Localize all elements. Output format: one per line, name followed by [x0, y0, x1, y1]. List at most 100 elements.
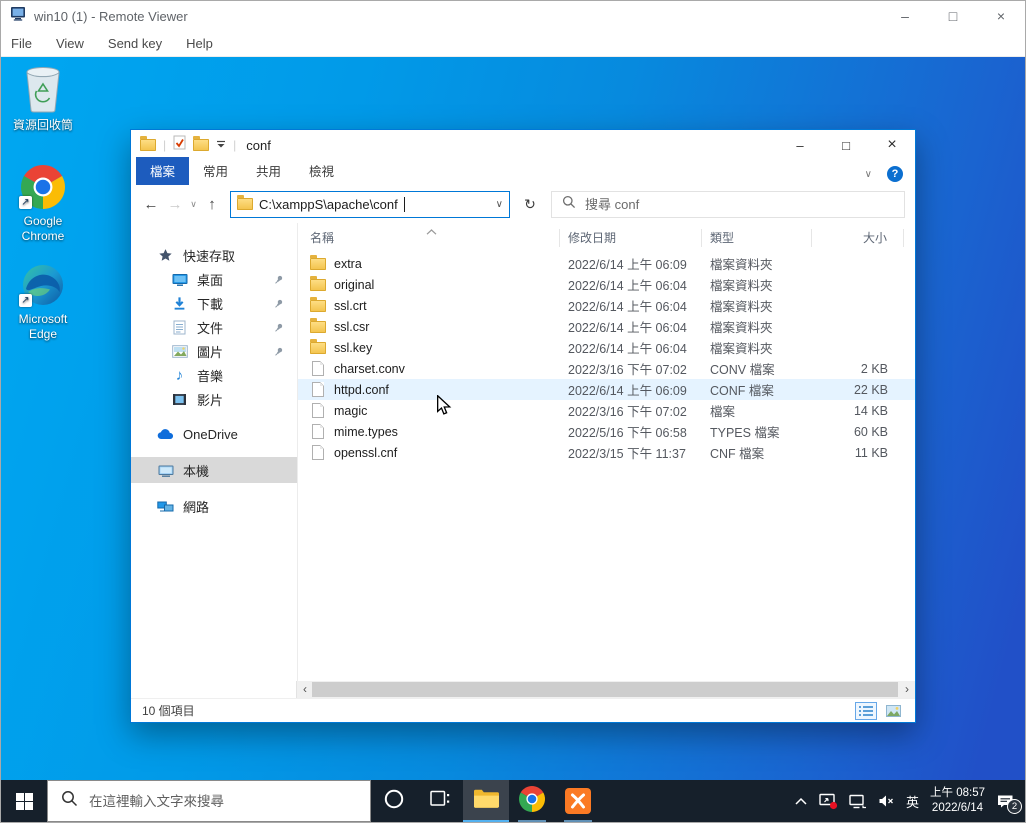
pin-icon: [273, 274, 284, 285]
up-icon[interactable]: ↑: [200, 196, 224, 213]
explorer-close-button[interactable]: ×: [869, 130, 915, 160]
taskbar-search-box[interactable]: [47, 780, 371, 822]
taskbar-chrome-button[interactable]: [509, 780, 555, 822]
task-view-icon: [429, 790, 451, 812]
horizontal-scrollbar[interactable]: ‹ ›: [297, 681, 915, 698]
recent-locations-icon[interactable]: ∨: [187, 199, 200, 210]
explorer-search-box[interactable]: [551, 190, 905, 218]
sidebar-item-music[interactable]: ♪ 音樂: [131, 363, 297, 387]
folder-icon: [310, 296, 326, 312]
sidebar-item-this-pc[interactable]: 本機: [131, 457, 297, 483]
viewer-minimize-button[interactable]: –: [881, 1, 929, 31]
menu-item-file[interactable]: File: [11, 36, 32, 51]
file-row-extra[interactable]: extra 2022/6/14 上午 06:09 檔案資料夾: [298, 253, 915, 274]
menu-item-view[interactable]: View: [56, 36, 84, 51]
file-row-mime.types[interactable]: mime.types 2022/5/16 下午 06:58 TYPES 檔案 60 K…: [298, 421, 915, 442]
tab-view[interactable]: 檢視: [295, 157, 348, 185]
refresh-icon[interactable]: ↻: [516, 191, 544, 218]
file-date-modified: 2022/6/14 上午 06:04: [568, 342, 687, 356]
file-explorer-icon: [473, 788, 499, 814]
sidebar-item-pictures[interactable]: 圖片: [131, 339, 297, 363]
tray-clock[interactable]: 上午 08:57 2022/6/14: [930, 786, 985, 816]
taskbar-xampp-button[interactable]: [555, 780, 601, 822]
pc-icon: [157, 463, 174, 478]
tab-home[interactable]: 常用: [189, 157, 242, 185]
sidebar-item-onedrive[interactable]: OneDrive: [131, 421, 297, 447]
ribbon-expand-icon[interactable]: ∨: [865, 169, 872, 180]
file-row-ssl.key[interactable]: ssl.key 2022/6/14 上午 06:04 檔案資料夾: [298, 337, 915, 358]
file-type: 檔案: [710, 405, 736, 419]
network-icon: [157, 500, 174, 513]
details-view-button[interactable]: [855, 701, 877, 720]
menu-item-help[interactable]: Help: [186, 36, 213, 51]
folder-icon: [310, 254, 326, 270]
close-icon: ×: [887, 136, 897, 153]
action-center-button[interactable]: 2: [996, 793, 1022, 814]
maximize-icon: □: [948, 8, 958, 24]
tray-show-hidden-icons[interactable]: [794, 795, 808, 807]
file-row-httpd.conf[interactable]: httpd.conf 2022/6/14 上午 06:09 CONF 檔案 22 KB: [298, 379, 915, 400]
file-row-original[interactable]: original 2022/6/14 上午 06:04 檔案資料夾: [298, 274, 915, 295]
remote-desktop[interactable]: 資源回收筒 ↗ Google Chrome ↗ Microsoft Edge |…: [1, 57, 1025, 780]
file-row-ssl.csr[interactable]: ssl.csr 2022/6/14 上午 06:04 檔案資料夾: [298, 316, 915, 337]
file-icon: [312, 424, 324, 439]
sidebar-item-label: 本機: [183, 463, 210, 479]
large-icons-view-button[interactable]: [882, 702, 904, 720]
column-header-size[interactable]: 大小: [812, 229, 904, 247]
scrollbar-thumb[interactable]: [312, 682, 898, 697]
ribbon-tabs: 檔案 常用 共用 檢視 ∨ ?: [131, 157, 915, 185]
viewer-maximize-button[interactable]: □: [929, 1, 977, 31]
explorer-minimize-button[interactable]: –: [777, 130, 823, 160]
sidebar-item-desktop[interactable]: 桌面: [131, 267, 297, 291]
sidebar-item-videos[interactable]: 影片: [131, 387, 297, 411]
file-row-openssl.cnf[interactable]: openssl.cnf 2022/3/15 下午 11:37 CNF 檔案 11 KB: [298, 442, 915, 463]
help-icon[interactable]: ?: [887, 166, 903, 182]
file-icon: [312, 382, 324, 397]
desktop-icon-recycle-bin[interactable]: 資源回收筒: [4, 63, 82, 133]
tab-share[interactable]: 共用: [242, 157, 295, 185]
sidebar-item-network[interactable]: 網路: [131, 493, 297, 519]
tray-time: 上午 08:57: [930, 787, 985, 800]
tray-remote-session-icon[interactable]: [819, 793, 838, 810]
forward-icon[interactable]: →: [163, 196, 187, 213]
taskbar-search-input[interactable]: [89, 793, 370, 809]
sidebar-item-quick-access[interactable]: 快速存取: [131, 243, 297, 267]
video-icon: [171, 393, 188, 406]
menu-item-send-key[interactable]: Send key: [108, 36, 162, 51]
address-bar[interactable]: C:\xamppS\apache\conf ∨: [230, 190, 510, 218]
explorer-navbar: ← → ∨ ↑ C:\xamppS\apache\conf ∨ ↻: [131, 185, 915, 223]
file-size: 60 KB: [853, 424, 888, 439]
item-count: 10 個項目: [142, 704, 195, 718]
file-row-charset.conv[interactable]: charset.conv 2022/3/16 下午 07:02 CONV 檔案 2 K…: [298, 358, 915, 379]
tray-network-icon[interactable]: [849, 794, 867, 809]
minimize-icon: –: [901, 8, 909, 24]
explorer-maximize-button[interactable]: □: [823, 130, 869, 160]
file-name: ssl.crt: [334, 298, 367, 313]
desktop-icon-google-chrome[interactable]: ↗ Google Chrome: [4, 159, 82, 244]
tray-volume-muted-icon[interactable]: [878, 794, 895, 808]
scroll-right-icon[interactable]: ›: [899, 681, 915, 698]
desktop-icon-microsoft-edge[interactable]: ↗ Microsoft Edge: [4, 257, 82, 342]
sort-ascending-icon: [426, 224, 437, 238]
address-dropdown-icon[interactable]: ∨: [496, 199, 503, 210]
cortana-button[interactable]: [371, 780, 417, 822]
sidebar-item-label: OneDrive: [183, 426, 238, 442]
start-button[interactable]: [1, 780, 47, 822]
sidebar-item-downloads[interactable]: 下載: [131, 291, 297, 315]
sidebar-item-documents[interactable]: 文件: [131, 315, 297, 339]
viewer-close-button[interactable]: ×: [977, 1, 1025, 31]
file-row-ssl.crt[interactable]: ssl.crt 2022/6/14 上午 06:04 檔案資料夾: [298, 295, 915, 316]
back-icon[interactable]: ←: [139, 196, 163, 213]
qat-new-folder-icon[interactable]: [193, 136, 210, 151]
task-view-button[interactable]: [417, 780, 463, 822]
column-header-date-modified[interactable]: 修改日期: [560, 229, 702, 247]
qat-properties-icon[interactable]: [173, 135, 186, 155]
scroll-left-icon[interactable]: ‹: [297, 681, 313, 698]
qat-dropdown-icon[interactable]: [216, 136, 226, 154]
explorer-search-input[interactable]: [585, 196, 894, 212]
file-row-magic[interactable]: magic 2022/3/16 下午 07:02 檔案 14 KB: [298, 400, 915, 421]
taskbar-file-explorer-button[interactable]: [463, 780, 509, 822]
tab-file[interactable]: 檔案: [136, 157, 190, 185]
column-header-type[interactable]: 類型: [702, 229, 812, 247]
tray-ime-indicator[interactable]: 英: [906, 792, 919, 811]
